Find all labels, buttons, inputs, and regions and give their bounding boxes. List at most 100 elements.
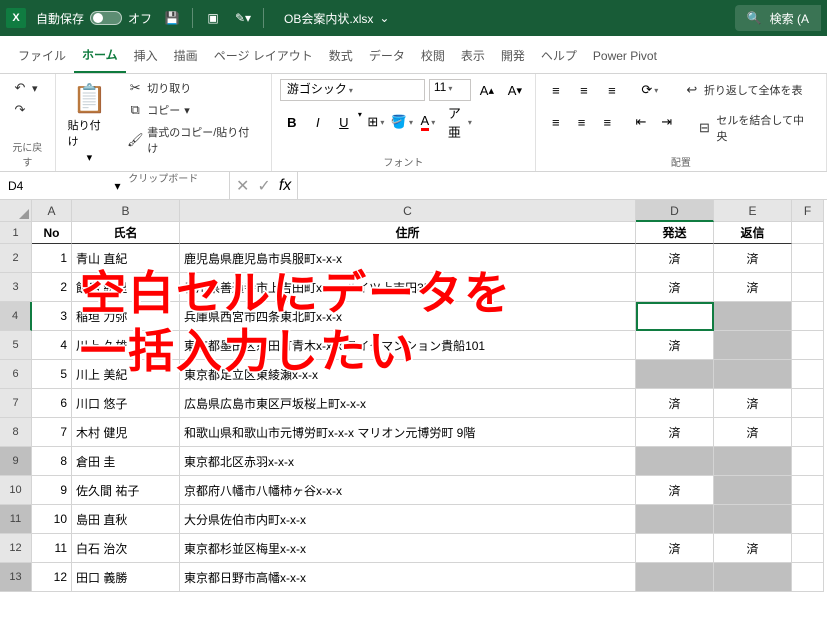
bold-button[interactable]: B (280, 110, 304, 134)
tab-Power Pivot[interactable]: Power Pivot (585, 39, 665, 71)
tab-ページ レイアウト[interactable]: ページ レイアウト (206, 37, 321, 72)
cell[interactable]: 木村 健児 (72, 418, 180, 447)
cell[interactable]: 飯島 絵里 (72, 273, 180, 302)
cell[interactable]: 島田 直秋 (72, 505, 180, 534)
cell[interactable]: 済 (636, 389, 714, 418)
cell[interactable]: 香川県善通寺市上吉田町x-x-x ハイツ上吉田3F (180, 273, 636, 302)
wrap-text-button[interactable]: ↩折り返して全体を表 (680, 80, 807, 100)
cell[interactable]: 済 (636, 244, 714, 273)
cell[interactable]: 済 (636, 418, 714, 447)
cell[interactable] (792, 447, 824, 476)
cell[interactable] (792, 302, 824, 331)
cell[interactable]: 住所 (180, 222, 636, 244)
tab-ホーム[interactable]: ホーム (74, 36, 126, 73)
cell[interactable]: 済 (636, 331, 714, 360)
fill-color-button[interactable]: 🪣 (390, 110, 414, 134)
cell[interactable] (714, 447, 792, 476)
orientation-button[interactable]: ⟳ (638, 78, 662, 102)
increase-indent-button[interactable]: ⇥ (655, 110, 679, 134)
align-left-button[interactable]: ≡ (544, 110, 568, 134)
underline-button[interactable]: U (332, 110, 356, 134)
cell[interactable]: 京都府八幡市八幡柿ヶ谷x-x-x (180, 476, 636, 505)
copy-button[interactable]: ⧉コピー▾ (123, 100, 263, 120)
cell[interactable] (636, 505, 714, 534)
cell[interactable]: 鹿児島県鹿児島市呉服町x-x-x (180, 244, 636, 273)
cell[interactable]: 大分県佐伯市内町x-x-x (180, 505, 636, 534)
tab-データ[interactable]: データ (361, 37, 413, 72)
cell[interactable]: 済 (714, 389, 792, 418)
cell[interactable] (714, 302, 792, 331)
cell[interactable] (792, 222, 824, 244)
tab-ファイル[interactable]: ファイル (10, 37, 74, 72)
cell[interactable]: 9 (32, 476, 72, 505)
cell[interactable]: 東京都足立区東綾瀬x-x-x (180, 360, 636, 389)
qat-icon-2[interactable]: ✎▾ (233, 8, 253, 28)
align-right-button[interactable]: ≡ (595, 110, 619, 134)
row-header-10[interactable]: 10 (0, 476, 32, 505)
cell[interactable] (714, 563, 792, 592)
row-header-12[interactable]: 12 (0, 534, 32, 563)
align-top-button[interactable]: ≡ (544, 78, 568, 102)
cell[interactable]: 返信 (714, 222, 792, 244)
cell[interactable] (792, 418, 824, 447)
italic-button[interactable]: I (306, 110, 330, 134)
cell[interactable]: 5 (32, 360, 72, 389)
col-header-C[interactable]: C (180, 200, 636, 222)
format-painter-button[interactable]: 🖌書式のコピー/貼り付け (123, 122, 263, 158)
cell[interactable]: 8 (32, 447, 72, 476)
tab-挿入[interactable]: 挿入 (126, 37, 166, 72)
row-header-6[interactable]: 6 (0, 360, 32, 389)
select-all-corner[interactable] (0, 200, 32, 222)
row-header-13[interactable]: 13 (0, 563, 32, 592)
qat-icon-1[interactable]: ▣ (203, 8, 223, 28)
cell[interactable] (714, 360, 792, 389)
row-header-5[interactable]: 5 (0, 331, 32, 360)
cell[interactable]: 3 (32, 302, 72, 331)
cell[interactable] (792, 389, 824, 418)
cell[interactable] (792, 505, 824, 534)
cell[interactable]: 佐久間 祐子 (72, 476, 180, 505)
save-icon[interactable]: 💾 (162, 8, 182, 28)
font-size-select[interactable]: 11 (429, 79, 471, 101)
cell[interactable] (792, 476, 824, 505)
cell[interactable] (792, 563, 824, 592)
col-header-E[interactable]: E (714, 200, 792, 222)
cell[interactable] (792, 534, 824, 563)
cell[interactable]: 7 (32, 418, 72, 447)
tab-描画[interactable]: 描画 (166, 37, 206, 72)
phonetic-button[interactable]: ア亜 (448, 110, 472, 134)
cell[interactable]: 済 (636, 273, 714, 302)
border-button[interactable]: ⊞ (364, 110, 388, 134)
cell[interactable]: No (32, 222, 72, 244)
cell[interactable]: 田口 義勝 (72, 563, 180, 592)
paste-button[interactable]: 📋 貼り付け ▾ (64, 78, 116, 168)
cell[interactable] (636, 302, 714, 331)
cell[interactable]: 川上 美紀 (72, 360, 180, 389)
undo-button[interactable]: ↶▾ (8, 78, 42, 98)
align-center-button[interactable]: ≡ (570, 110, 594, 134)
cell[interactable] (636, 360, 714, 389)
row-header-3[interactable]: 3 (0, 273, 32, 302)
col-header-F[interactable]: F (792, 200, 824, 222)
font-color-button[interactable]: A (416, 110, 440, 134)
cell[interactable]: 4 (32, 331, 72, 360)
row-header-2[interactable]: 2 (0, 244, 32, 273)
font-name-select[interactable]: 游ゴシック (280, 79, 425, 101)
cell[interactable]: 済 (714, 273, 792, 302)
col-header-A[interactable]: A (32, 200, 72, 222)
cell[interactable]: 稲垣 力弥 (72, 302, 180, 331)
cell[interactable]: 済 (636, 534, 714, 563)
decrease-font-button[interactable]: A▾ (503, 78, 527, 102)
cell[interactable]: 済 (714, 244, 792, 273)
tab-表示[interactable]: 表示 (453, 37, 493, 72)
cell[interactable]: 青山 直紀 (72, 244, 180, 273)
cell[interactable]: 済 (714, 534, 792, 563)
col-header-D[interactable]: D (636, 200, 714, 222)
cell[interactable]: 6 (32, 389, 72, 418)
tab-数式[interactable]: 数式 (321, 37, 361, 72)
align-bottom-button[interactable]: ≡ (600, 78, 624, 102)
cell[interactable]: 東京都北区赤羽x-x-x (180, 447, 636, 476)
cell[interactable]: 10 (32, 505, 72, 534)
increase-font-button[interactable]: A▴ (475, 78, 499, 102)
cell[interactable]: 兵庫県西宮市四条東北町x-x-x (180, 302, 636, 331)
